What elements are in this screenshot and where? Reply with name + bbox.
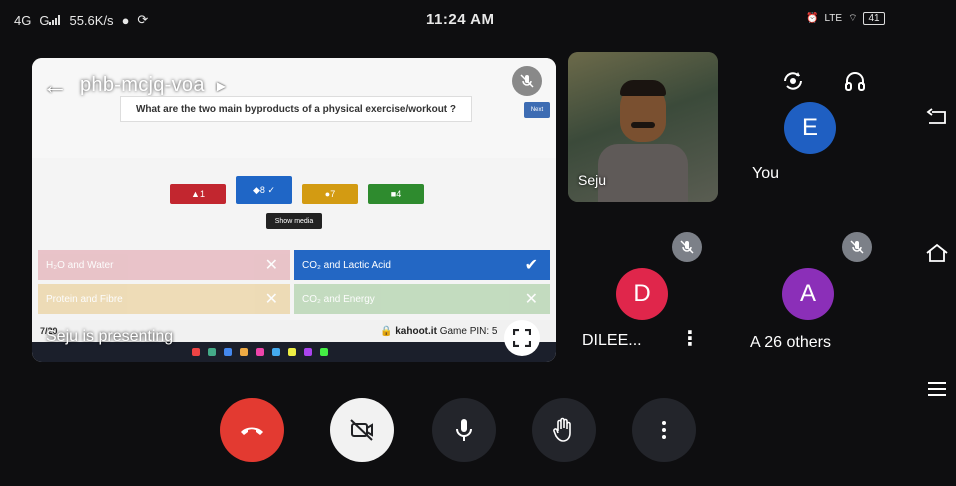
participant-name: A 26 others (750, 334, 831, 351)
back-nav-icon[interactable] (922, 102, 952, 132)
chip-triangle: ▲1 (170, 184, 226, 204)
flip-camera-icon[interactable] (778, 66, 808, 96)
kahoot-pin: 🔒 kahoot.it Game PIN: 5 (380, 325, 498, 337)
answer-option: Protein and Fibre ✕ (38, 284, 290, 314)
participant-name: DILEE... (582, 332, 642, 349)
signal-icon (49, 14, 61, 25)
status-right: ⏰ LTE ⌔ 41 (806, 12, 885, 25)
chip-square: ■4 (368, 184, 424, 204)
mic-toggle-button[interactable] (432, 398, 496, 462)
fullscreen-icon[interactable] (504, 320, 540, 356)
end-call-button[interactable] (220, 398, 284, 462)
video-off-icon (350, 419, 373, 441)
mic-off-icon (842, 232, 872, 262)
network-g: G (39, 13, 61, 28)
home-nav-icon[interactable] (922, 238, 952, 268)
more-options-button[interactable] (632, 398, 696, 462)
lte-indicator: LTE (824, 13, 843, 24)
mic-off-icon (672, 232, 702, 262)
presenting-label: Seju is presenting (46, 328, 174, 345)
wifi-icon: ⌔ (848, 13, 858, 24)
presenter-mic-off-icon (512, 66, 542, 96)
close-icon: ✕ (524, 291, 538, 308)
next-button: Next (524, 102, 550, 118)
raise-hand-icon (553, 417, 571, 442)
participant-tile-seju[interactable]: Seju (568, 52, 718, 202)
clock: 11:24 AM (426, 11, 495, 28)
chevron-right-icon[interactable]: ▶ (217, 79, 226, 93)
kahoot-lock-icon: 🔒 (380, 325, 393, 337)
answer-option-correct: CO₂ and Lactic Acid ✔ (294, 250, 550, 280)
meeting-code[interactable]: phb-mcjq-voa (80, 74, 205, 97)
avatar: D (616, 268, 668, 320)
answer-chips: ▲1 ◆8 ✓ ●7 ■4 (170, 176, 424, 204)
sync-icon: ⟳ (137, 12, 149, 27)
chat-bubble-icon: ● (121, 12, 130, 28)
status-left: 4G G 55.6K/s ● ⟳ (14, 12, 148, 28)
avatar: A (782, 268, 834, 320)
raise-hand-button[interactable] (532, 398, 596, 462)
participant-name: You (752, 165, 779, 182)
participant-tile-others[interactable]: A A 26 others (732, 222, 922, 370)
close-icon: ✕ (264, 257, 278, 274)
network-4g: 4G (14, 12, 32, 28)
headphones-icon[interactable] (840, 66, 870, 96)
avatar: E (784, 102, 836, 154)
presentation-tile[interactable]: ← phb-mcjq-voa ▶ What are the two main b… (32, 58, 556, 362)
more-vertical-icon (662, 421, 666, 439)
chip-circle: ●7 (302, 184, 358, 204)
participant-tile-you[interactable]: E You (732, 52, 922, 202)
show-media-button: Show media (266, 213, 322, 229)
phone-hangup-icon (241, 427, 263, 435)
net-speed: 55.6K/s (69, 12, 114, 28)
close-icon: ✕ (264, 291, 278, 308)
answer-option: CO₂ and Energy ✕ (294, 284, 550, 314)
participant-name: Seju (578, 172, 607, 188)
camera-toggle-button[interactable] (330, 398, 394, 462)
alarm-icon: ⏰ (806, 13, 819, 24)
battery-indicator: 41 (863, 12, 885, 25)
question-text: What are the two main byproducts of a ph… (120, 96, 472, 122)
menu-nav-icon[interactable] (922, 374, 952, 404)
arrow-left-icon[interactable]: ← (42, 70, 68, 101)
mic-icon (456, 419, 472, 441)
status-bar: 4G G 55.6K/s ● ⟳ 11:24 AM ⏰ LTE ⌔ 41 (0, 0, 956, 40)
answer-option: H₂O and Water ✕ (38, 250, 290, 280)
participant-tile-dilee[interactable]: D DILEE... ⋮ (568, 222, 718, 370)
chip-diamond: ◆8 ✓ (236, 176, 292, 204)
check-icon: ✔ (524, 257, 538, 274)
more-vertical-icon[interactable]: ⋮ (680, 326, 700, 351)
